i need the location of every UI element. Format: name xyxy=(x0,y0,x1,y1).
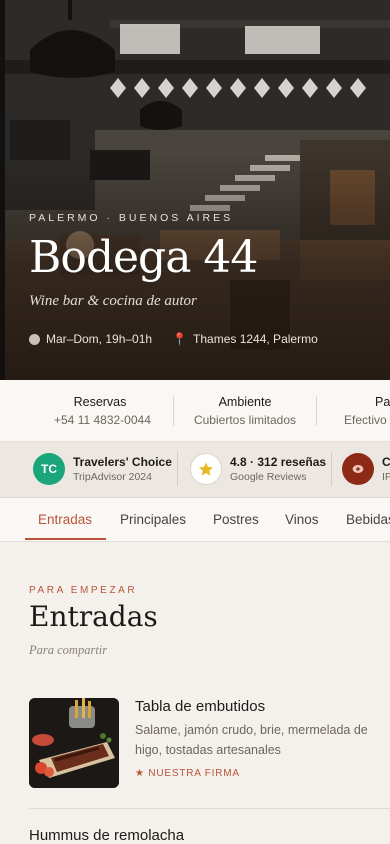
info-ambiance: Ambiente Cubiertos limitados xyxy=(190,395,300,427)
info-strip: Reservas +54 11 4832-0044 Ambiente Cubie… xyxy=(0,380,390,442)
clock-icon xyxy=(29,333,40,345)
section-subtitle: Para compartir xyxy=(29,643,108,657)
menu-item-name[interactable]: Hummus de remolacha xyxy=(29,827,184,844)
hero-location: PALERMO · BUENOS AIRES xyxy=(29,212,234,224)
info-label: Reservas xyxy=(73,395,127,409)
badge-title: Travelers' Choice xyxy=(73,455,172,469)
info-label: Pa xyxy=(375,395,390,409)
badge-subtitle: TripAdvisor 2024 xyxy=(73,471,152,483)
location-pin-icon: 📍 xyxy=(172,332,188,346)
active-tab-indicator xyxy=(25,538,106,540)
info-reservations[interactable]: Reservas +54 11 4832-0044 xyxy=(54,395,151,427)
menu-tabs: Entradas Principales Postres Vinos Bebid… xyxy=(0,498,390,542)
item-divider xyxy=(29,808,390,809)
signature-badge: ★ NUESTRA FIRMA xyxy=(135,768,240,779)
badge-subtitle: Google Reviews xyxy=(230,471,307,483)
address[interactable]: Thames 1244, Palermo xyxy=(193,332,318,346)
star-icon xyxy=(190,453,222,485)
tab-bebidas[interactable]: Bebidas xyxy=(346,512,390,527)
tab-entradas[interactable]: Entradas xyxy=(38,512,92,527)
meat-icon xyxy=(342,453,374,485)
hero-banner: PALERMO · BUENOS AIRES Bodega 44 Wine ba… xyxy=(0,0,390,380)
info-value: Cubiertos limitados xyxy=(193,413,297,427)
tab-principales[interactable]: Principales xyxy=(120,512,186,527)
menu-item-name: Tabla de embutidos xyxy=(135,698,266,715)
badge-third[interactable]: C IP xyxy=(342,453,390,485)
tripadvisor-logo-icon: TC xyxy=(33,453,65,485)
hero-meta: Mar–Dom, 19h–01h 📍 Thames 1244, Palermo xyxy=(29,332,318,346)
badge-travelers-choice[interactable]: TC Travelers' Choice TripAdvisor 2024 xyxy=(33,453,172,485)
info-payment: Pa Efectivo · xyxy=(344,395,390,427)
badge-title: C xyxy=(382,455,390,469)
menu-item-description: Salame, jamón crudo, brie, mermelada de … xyxy=(135,723,368,757)
badge-title: 4.8 · 312 reseñas xyxy=(230,455,327,469)
section-kicker: PARA EMPEZAR xyxy=(29,585,138,596)
awards-strip: TC Travelers' Choice TripAdvisor 2024 4.… xyxy=(0,442,390,498)
restaurant-tagline: Wine bar & cocina de autor xyxy=(29,293,197,309)
dish-photo xyxy=(29,698,119,788)
section-title: Entradas xyxy=(29,600,158,633)
tab-postres[interactable]: Postres xyxy=(213,512,259,527)
info-value: Efectivo · xyxy=(344,413,390,427)
badge-google-reviews[interactable]: 4.8 · 312 reseñas Google Reviews xyxy=(190,453,326,485)
restaurant-name: Bodega 44 xyxy=(29,232,258,283)
badge-subtitle: IP xyxy=(382,471,390,483)
info-label: Ambiente xyxy=(218,395,272,409)
phone-number[interactable]: +54 11 4832-0044 xyxy=(54,413,151,427)
opening-hours: Mar–Dom, 19h–01h xyxy=(46,332,153,346)
tab-vinos[interactable]: Vinos xyxy=(285,512,319,527)
